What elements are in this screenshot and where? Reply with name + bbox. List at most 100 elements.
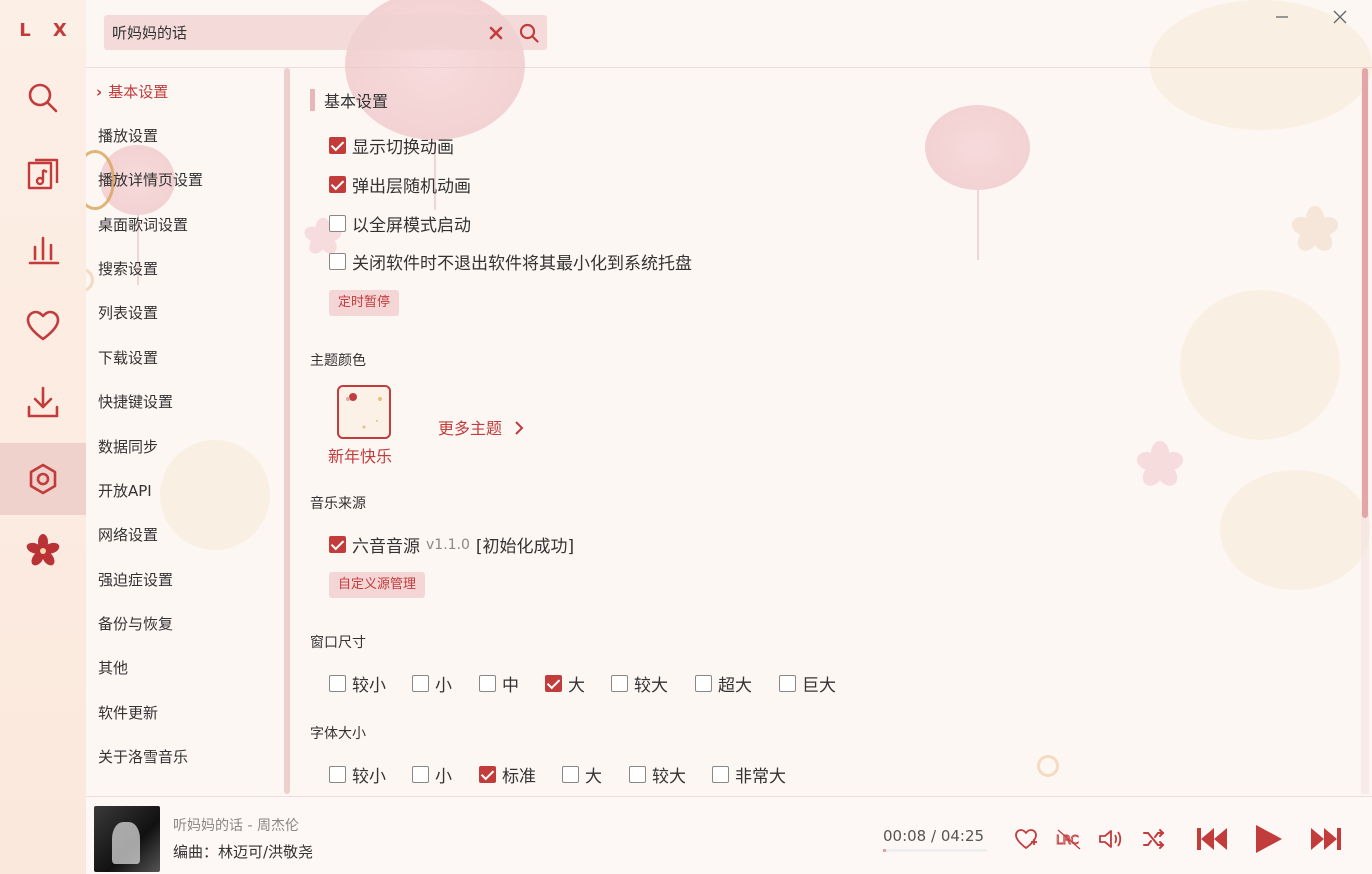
timer-pause-button[interactable]: 定时暂停 xyxy=(329,290,400,316)
album-cover[interactable] xyxy=(94,806,160,872)
nav-item-basic[interactable]: 基本设置 xyxy=(96,81,168,102)
chart-icon xyxy=(28,236,60,265)
font-size-large[interactable]: 大 xyxy=(562,762,602,787)
more-themes-link[interactable]: 更多主题 xyxy=(438,415,525,439)
volume-icon xyxy=(1099,830,1122,848)
checkbox[interactable] xyxy=(329,536,346,553)
font-size-larger[interactable]: 较大 xyxy=(629,762,686,787)
window-size-smaller[interactable]: 较小 xyxy=(329,671,386,696)
minimize-icon xyxy=(1276,16,1288,18)
nav-item-hotkey[interactable]: 快捷键设置 xyxy=(98,391,173,412)
theme-card-new-year[interactable] xyxy=(337,385,391,439)
nav-item-backup[interactable]: 备份与恢复 xyxy=(98,613,173,634)
player-bar: 听妈妈的话 - 周杰伦 编曲：林迈可/洪敬尧 00:08 / 04:25 LRC xyxy=(86,796,1372,874)
chevron-right-icon xyxy=(515,421,524,435)
nav-item-open-api[interactable]: 开放API xyxy=(98,480,152,501)
window-size-small[interactable]: 小 xyxy=(412,671,452,696)
checkbox[interactable] xyxy=(479,766,496,783)
settings-nav: 基本设置 播放设置 播放详情页设置 桌面歌词设置 搜索设置 列表设置 下载设置 … xyxy=(86,68,290,794)
checkbox[interactable] xyxy=(712,766,729,783)
search-bar xyxy=(104,15,547,50)
song-title[interactable]: 听妈妈的话 - 周杰伦 xyxy=(173,815,299,835)
checkbox[interactable] xyxy=(412,766,429,783)
search-input[interactable] xyxy=(104,15,481,50)
font-size-small[interactable]: 小 xyxy=(412,762,452,787)
cover-figure xyxy=(112,822,140,864)
checkbox[interactable] xyxy=(329,176,346,193)
previous-track-button[interactable] xyxy=(1194,825,1230,853)
clear-search-button[interactable] xyxy=(481,15,511,50)
checkbox[interactable] xyxy=(695,675,712,692)
checkbox[interactable] xyxy=(479,675,496,692)
source-label: 音乐来源 xyxy=(310,496,366,512)
close-window-button[interactable] xyxy=(1327,4,1353,30)
favorite-button[interactable] xyxy=(1012,825,1040,853)
window-size-huge[interactable]: 巨大 xyxy=(779,671,836,696)
checkbox[interactable] xyxy=(779,675,796,692)
nav-item-download[interactable]: 下载设置 xyxy=(98,347,158,368)
section-title-basic: 基本设置 xyxy=(310,88,388,112)
checkbox-switch-animation[interactable]: 显示切换动画 xyxy=(329,133,454,158)
song-lyric-line: 编曲：林迈可/洪敬尧 xyxy=(173,843,314,861)
nav-item-play-detail[interactable]: 播放详情页设置 xyxy=(98,169,203,190)
rail-search[interactable] xyxy=(0,62,86,134)
nav-item-network[interactable]: 网络设置 xyxy=(98,524,158,545)
nav-item-update[interactable]: 软件更新 xyxy=(98,702,158,723)
play-button[interactable] xyxy=(1250,825,1286,853)
theme-label: 主题颜色 xyxy=(310,353,366,369)
rail-favorites[interactable] xyxy=(0,290,86,362)
content-scrollbar[interactable] xyxy=(1361,68,1369,794)
settings-icon xyxy=(29,463,57,495)
prev-icon xyxy=(1197,828,1227,850)
checkbox[interactable] xyxy=(629,766,646,783)
font-size-very-large[interactable]: 非常大 xyxy=(712,762,786,787)
checkbox[interactable] xyxy=(329,215,346,232)
icon-rail: L X xyxy=(0,0,86,874)
nav-item-sync[interactable]: 数据同步 xyxy=(98,436,158,457)
shuffle-button[interactable] xyxy=(1140,825,1168,853)
volume-button[interactable] xyxy=(1097,825,1125,853)
checkbox[interactable] xyxy=(611,675,628,692)
theme-preview-icon xyxy=(346,393,382,429)
search-button[interactable] xyxy=(511,15,547,50)
window-size-extra-large[interactable]: 超大 xyxy=(695,671,752,696)
heart-icon xyxy=(1015,829,1037,849)
font-size-standard[interactable]: 标准 xyxy=(479,762,536,787)
font-size-label: 字体大小 xyxy=(310,726,366,742)
scrollbar-thumb[interactable] xyxy=(1362,68,1368,518)
rail-songlist[interactable] xyxy=(0,138,86,210)
checkbox[interactable] xyxy=(329,766,346,783)
nav-item-desktop-lyric[interactable]: 桌面歌词设置 xyxy=(98,214,188,235)
nav-item-search[interactable]: 搜索设置 xyxy=(98,258,158,279)
rail-download[interactable] xyxy=(0,366,86,438)
progress-bar[interactable] xyxy=(883,849,987,852)
nav-item-list[interactable]: 列表设置 xyxy=(98,302,158,323)
checkbox-fullscreen-start[interactable]: 以全屏模式启动 xyxy=(329,211,471,236)
next-track-button[interactable] xyxy=(1308,825,1344,853)
next-icon xyxy=(1311,828,1341,850)
checkbox[interactable] xyxy=(412,675,429,692)
close-icon xyxy=(489,26,503,39)
window-size-larger[interactable]: 较大 xyxy=(611,671,668,696)
nav-item-playback[interactable]: 播放设置 xyxy=(98,125,158,146)
checkbox[interactable] xyxy=(545,675,562,692)
checkbox-popup-random-animation[interactable]: 弹出层随机动画 xyxy=(329,172,471,197)
font-size-smaller[interactable]: 较小 xyxy=(329,762,386,787)
checkbox[interactable] xyxy=(329,675,346,692)
minimize-button[interactable] xyxy=(1269,4,1295,30)
nav-item-other[interactable]: 其他 xyxy=(98,657,128,678)
nav-item-ocd[interactable]: 强迫症设置 xyxy=(98,569,173,590)
window-size-large[interactable]: 大 xyxy=(545,671,585,696)
checkbox-minimize-to-tray[interactable]: 关闭软件时不退出软件将其最小化到系统托盘 xyxy=(329,249,692,274)
checkbox[interactable] xyxy=(329,137,346,154)
checkbox[interactable] xyxy=(329,253,346,270)
nav-scrollbar[interactable] xyxy=(284,68,290,794)
desktop-lyric-button[interactable]: LRC xyxy=(1055,825,1083,853)
window-size-medium[interactable]: 中 xyxy=(479,671,519,696)
checkbox-music-source[interactable]: 六音音源 v1.1.0 [初始化成功] xyxy=(329,532,574,557)
checkbox[interactable] xyxy=(562,766,579,783)
nav-item-about[interactable]: 关于洛雪音乐 xyxy=(98,746,188,767)
rail-leaderboard[interactable] xyxy=(0,214,86,286)
rail-settings[interactable] xyxy=(0,443,86,515)
custom-source-button[interactable]: 自定义源管理 xyxy=(329,572,426,598)
